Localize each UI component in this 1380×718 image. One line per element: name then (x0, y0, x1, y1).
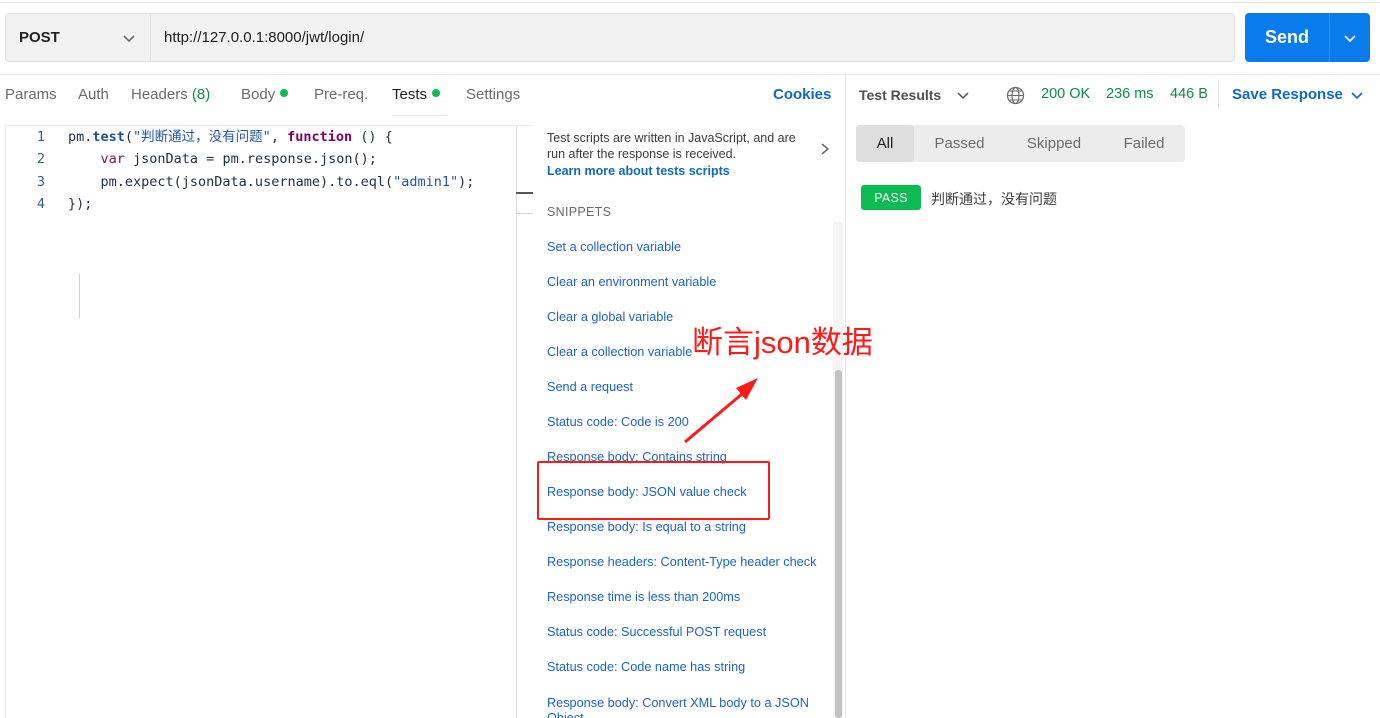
highlight-box (537, 461, 770, 520)
tab-label: Pre-req. (314, 86, 369, 103)
annotation-arrow-icon (684, 378, 758, 444)
tab-label: Params (5, 86, 57, 103)
code-token: jsonData = pm.response.json(); (124, 151, 377, 167)
indent-guide (79, 274, 80, 318)
snippet-item[interactable]: Clear a global variable (547, 310, 673, 324)
active-tab-underline (392, 115, 447, 116)
send-options-button[interactable] (1330, 13, 1370, 62)
code-token: function (287, 129, 353, 145)
send-button[interactable]: Send (1245, 13, 1329, 62)
code-line: var jsonData = pm.response.json(); (68, 148, 377, 170)
snippet-item[interactable]: Response time is less than 200ms (547, 590, 740, 604)
tab-pre-request[interactable]: Pre-req. (314, 86, 368, 103)
tab-tests[interactable]: Tests (392, 86, 441, 103)
code-line: pm.expect(jsonData.username).to.eql("adm… (68, 171, 475, 193)
response-time[interactable]: 236 ms (1106, 86, 1154, 102)
chevron-down-icon (1344, 34, 1356, 42)
editor-scrollbar-edge (516, 126, 517, 718)
code-token: () { (352, 129, 393, 145)
snippet-item[interactable]: Clear an environment variable (547, 275, 716, 289)
tab-auth[interactable]: Auth (78, 86, 109, 103)
top-border (0, 0, 1380, 3)
tab-settings[interactable]: Settings (466, 86, 520, 103)
tab-label: Headers (131, 86, 188, 103)
code-line: pm.test("判断通过，没有问题", function () { (68, 126, 393, 148)
tab-label: Settings (466, 86, 521, 103)
snippet-item[interactable]: Set a collection variable (547, 240, 681, 254)
code-token: var (100, 151, 125, 167)
filter-all[interactable]: All (856, 125, 914, 162)
divider (1218, 80, 1219, 108)
editor-scroll-marker (516, 213, 533, 214)
tab-label: Tests (392, 86, 428, 103)
code-token: ( (124, 129, 134, 145)
code-token: }); (68, 196, 93, 212)
code-token: , (270, 129, 288, 145)
test-results-dropdown[interactable]: Test Results (859, 87, 941, 103)
code-token: ); (458, 174, 475, 190)
pass-badge: PASS (861, 185, 921, 210)
snippet-item[interactable]: Response headers: Content-Type header ch… (547, 555, 816, 569)
response-size[interactable]: 446 B (1170, 86, 1208, 102)
tests-indicator-dot (432, 89, 441, 97)
line-number: 2 (36, 151, 45, 167)
snippets-help-text: Test scripts are written in JavaScript, … (547, 131, 796, 161)
divider (0, 74, 1380, 75)
filter-passed[interactable]: Passed (917, 125, 1002, 162)
code-line: }); (68, 193, 92, 215)
snippet-item[interactable]: Response body: Is equal to a string (547, 520, 746, 534)
headers-count: (8) (191, 86, 211, 103)
tab-body[interactable]: Body (241, 86, 289, 103)
snippets-scrollbar-thumb[interactable] (835, 370, 842, 718)
annotation-label: 断言json数据 (692, 325, 873, 360)
tab-headers[interactable]: Headers (8) (131, 86, 210, 103)
pane-splitter[interactable] (845, 75, 846, 718)
line-number: 3 (36, 174, 45, 190)
chevron-down-icon[interactable] (1350, 88, 1364, 102)
chevron-down-icon (123, 34, 135, 42)
line-number: 1 (36, 129, 45, 145)
method-label: POST (19, 29, 60, 46)
code-token: test (92, 129, 125, 145)
send-button-group: Send (1245, 13, 1370, 62)
snippet-item[interactable]: Response body: Convert XML body to a JSO… (547, 696, 837, 718)
save-response-button[interactable]: Save Response (1232, 86, 1343, 103)
method-select[interactable]: POST (6, 14, 151, 61)
code-token: pm.expect(jsonData.username).to.eql( (68, 174, 394, 190)
tab-label: Auth (78, 86, 109, 103)
code-token: pm. (68, 129, 93, 145)
status-code[interactable]: 200 OK (1041, 86, 1090, 102)
filter-skipped[interactable]: Skipped (1010, 125, 1098, 162)
editor-scroll-marker (516, 192, 533, 194)
snippet-item[interactable]: Status code: Successful POST request (547, 625, 766, 639)
url-input[interactable]: http://127.0.0.1:8000/jwt/login/ (151, 14, 1234, 61)
code-token: "admin1" (393, 174, 459, 190)
cookies-link[interactable]: Cookies (773, 86, 831, 103)
globe-icon[interactable] (1006, 86, 1025, 105)
tab-label: Body (241, 86, 276, 103)
chevron-right-icon[interactable] (819, 142, 831, 156)
filter-failed[interactable]: Failed (1104, 125, 1184, 162)
snippet-item[interactable]: Clear a collection variable (547, 345, 692, 359)
learn-more-link[interactable]: Learn more about tests scripts (547, 164, 730, 178)
snippet-item[interactable]: Status code: Code name has string (547, 660, 745, 674)
test-result-name: 判断通过，没有问题 (931, 191, 1057, 207)
url-text: http://127.0.0.1:8000/jwt/login/ (164, 29, 365, 46)
snippet-item[interactable]: Send a request (547, 380, 633, 394)
tab-params[interactable]: Params (5, 86, 57, 103)
body-indicator-dot (280, 89, 289, 97)
request-url-bar: POST http://127.0.0.1:8000/jwt/login/ (5, 13, 1235, 62)
snippet-item[interactable]: Status code: Code is 200 (547, 415, 689, 429)
code-token: "判断通过，没有问题" (133, 129, 271, 145)
line-number: 4 (36, 196, 45, 212)
chevron-down-icon[interactable] (956, 88, 970, 102)
snippets-title: SNIPPETS (547, 205, 612, 219)
